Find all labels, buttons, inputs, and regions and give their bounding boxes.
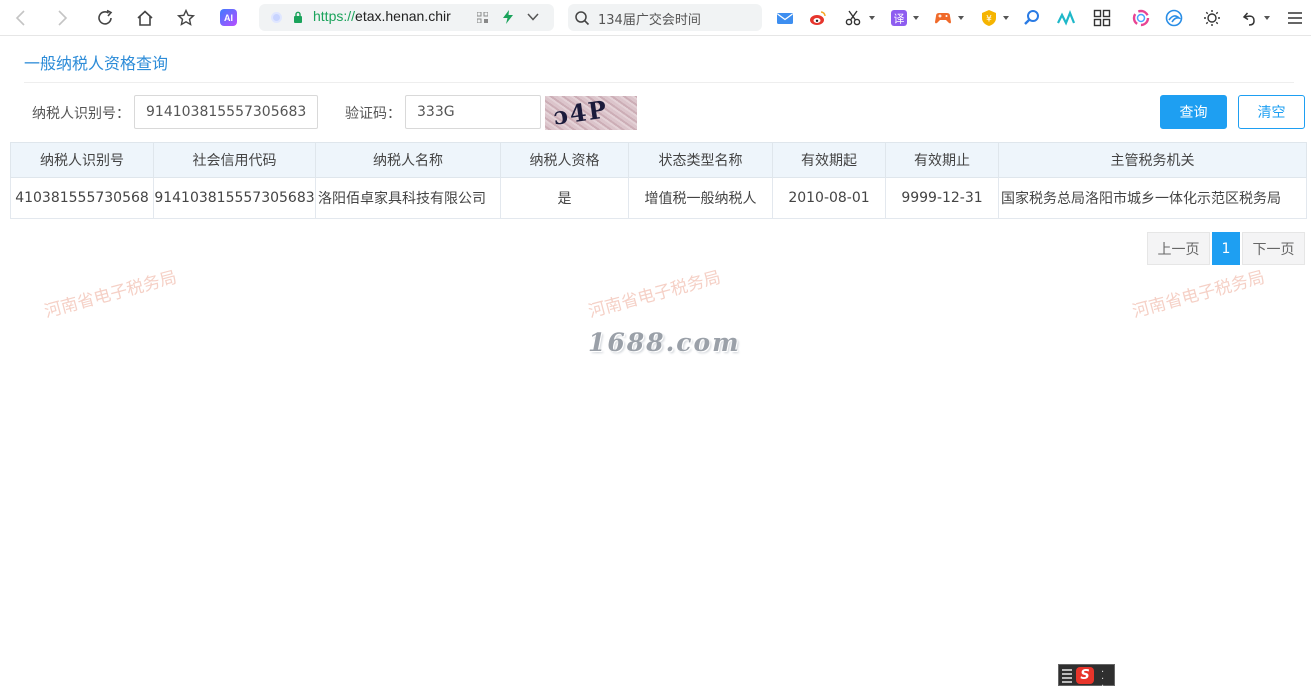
column-header-status-type[interactable]: 状态类型名称 (628, 142, 773, 178)
game-dropdown-caret[interactable] (958, 16, 964, 20)
shield-yen-icon[interactable]: ¥ (979, 8, 999, 28)
sogou-ime-logo-icon[interactable]: S (1076, 667, 1094, 684)
drag-handle-icon[interactable] (1062, 669, 1072, 683)
scissors-icon[interactable] (843, 8, 863, 28)
cell-status-type: 增值税一般纳税人 (628, 177, 773, 219)
results-table: 纳税人识别号 社会信用代码 纳税人名称 纳税人资格 状态类型名称 有效期起 有效… (10, 142, 1307, 219)
column-header-tax-authority[interactable]: 主管税务机关 (998, 142, 1307, 178)
wave-chart-icon[interactable] (1056, 8, 1076, 28)
page-title: 一般纳税人资格查询 (24, 54, 169, 73)
table-row[interactable]: 410381555730568 914103815557305683 洛阳佰卓家… (10, 177, 1307, 219)
qr-code-icon[interactable] (477, 12, 488, 23)
lightning-icon[interactable] (502, 10, 514, 24)
translate-icon[interactable]: 译 (889, 8, 909, 28)
query-button[interactable]: 查询 (1160, 95, 1227, 129)
column-header-credit-code[interactable]: 社会信用代码 (153, 142, 316, 178)
taxpayer-id-input[interactable] (134, 95, 318, 129)
watermark-text: 河南省电子税务局 (586, 267, 723, 323)
chevron-down-icon[interactable] (527, 12, 539, 22)
scissors-dropdown-caret[interactable] (869, 16, 875, 20)
watermark-text: 河南省电子税务局 (42, 267, 179, 323)
translate-dropdown-caret[interactable] (913, 16, 919, 20)
site-watermark: 1688.com (588, 328, 741, 357)
brightness-icon[interactable] (1202, 8, 1222, 28)
url-text[interactable]: https://etax.henan.chir (313, 8, 451, 24)
undo-icon[interactable] (1239, 8, 1259, 28)
back-icon[interactable] (9, 6, 33, 30)
column-header-qualification[interactable]: 纳税人资格 (500, 142, 629, 178)
title-divider (24, 82, 1294, 83)
bookmark-star-icon[interactable] (174, 6, 198, 30)
captcha-label: 验证码： (345, 106, 401, 122)
mail-icon[interactable] (775, 8, 795, 28)
watermark-text: 河南省电子税务局 (1130, 267, 1267, 323)
ai-ring-icon[interactable] (1131, 8, 1151, 28)
game-controller-icon[interactable] (933, 8, 953, 28)
menu-icon[interactable] (1285, 8, 1305, 28)
search-icon (575, 11, 590, 26)
ai-assistant-icon[interactable]: AI (220, 9, 237, 26)
address-bar[interactable]: https://etax.henan.chir (259, 4, 554, 31)
cell-credit-code: 914103815557305683 (153, 177, 316, 219)
ime-menu-icon[interactable]: ··· (1101, 668, 1104, 686)
ime-toolbar[interactable]: S ··· (1058, 664, 1115, 686)
magnifier-icon[interactable] (1022, 8, 1042, 28)
cell-taxpayer-id: 410381555730568 (10, 177, 154, 219)
browser-swirl-icon[interactable] (1164, 8, 1184, 28)
shield-dropdown-caret[interactable] (1003, 16, 1009, 20)
reload-icon[interactable] (93, 6, 117, 30)
apps-grid-icon[interactable] (1092, 8, 1112, 28)
cell-valid-to: 9999-12-31 (885, 177, 999, 219)
forward-icon[interactable] (50, 6, 74, 30)
next-page-button[interactable]: 下一页 (1242, 232, 1305, 265)
captcha-input[interactable] (405, 95, 541, 129)
page-1-button[interactable]: 1 (1212, 232, 1240, 265)
search-placeholder: 134届广交会时间 (598, 13, 701, 28)
cell-tax-authority: 国家税务总局洛阳市城乡一体化示范区税务局 (998, 177, 1307, 219)
undo-dropdown-caret[interactable] (1264, 16, 1270, 20)
captcha-image[interactable]: ɔ4P (545, 96, 637, 130)
clear-button[interactable]: 清空 (1238, 95, 1305, 129)
svg-text:译: 译 (894, 13, 905, 26)
home-icon[interactable] (133, 6, 157, 30)
table-header-row: 纳税人识别号 社会信用代码 纳税人名称 纳税人资格 状态类型名称 有效期起 有效… (10, 142, 1307, 178)
lock-icon (294, 11, 302, 23)
column-header-valid-to[interactable]: 有效期止 (885, 142, 999, 178)
cell-taxpayer-name: 洛阳佰卓家具科技有限公司 (315, 177, 501, 219)
cell-qualification: 是 (500, 177, 629, 219)
site-identity-icon[interactable] (271, 12, 282, 23)
taxpayer-id-label: 纳税人识别号： (32, 106, 130, 122)
browser-toolbar: AI https://etax.henan.chir 134届广交会时间 译 ¥ (0, 0, 1311, 36)
cell-valid-from: 2010-08-01 (772, 177, 886, 219)
column-header-taxpayer-name[interactable]: 纳税人名称 (315, 142, 501, 178)
prev-page-button[interactable]: 上一页 (1147, 232, 1210, 265)
browser-search-box[interactable]: 134届广交会时间 (568, 4, 762, 31)
column-header-valid-from[interactable]: 有效期起 (772, 142, 886, 178)
svg-text:¥: ¥ (986, 15, 992, 25)
weibo-icon[interactable] (808, 8, 828, 28)
column-header-taxpayer-id[interactable]: 纳税人识别号 (10, 142, 154, 178)
